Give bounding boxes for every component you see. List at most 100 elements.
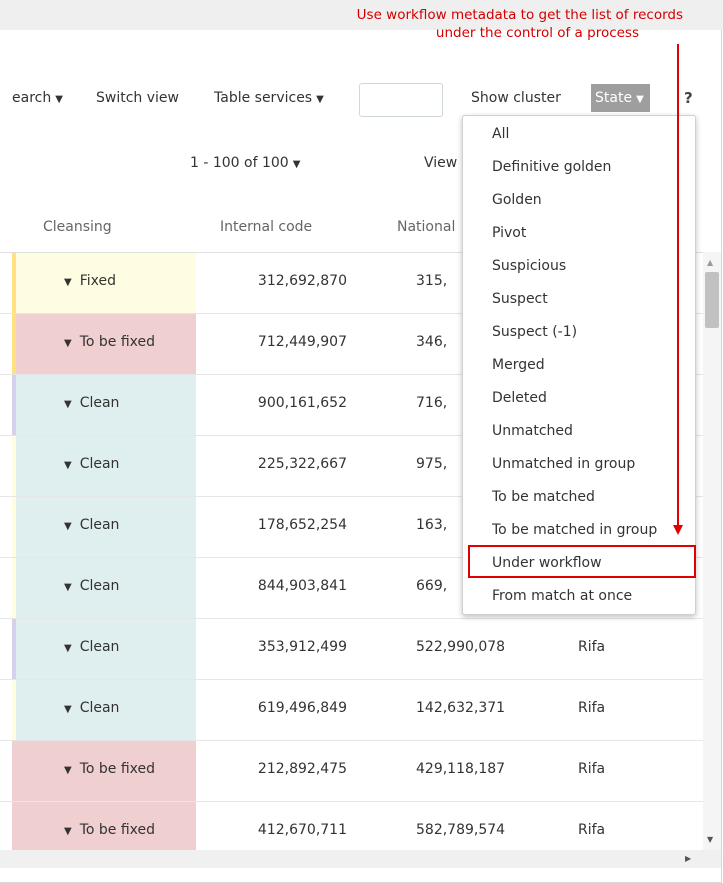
- cleansing-label: Clean: [79, 578, 120, 594]
- state-option[interactable]: Merged: [492, 357, 545, 373]
- state-option[interactable]: Pivot: [492, 225, 526, 241]
- cleansing-cell[interactable]: ▼ To be fixed: [16, 314, 196, 374]
- caret-down-icon[interactable]: ▼: [64, 460, 72, 471]
- column-header-internal-code[interactable]: Internal code: [220, 219, 312, 235]
- switch-view-label: Switch view: [96, 90, 179, 106]
- pager-dropdown[interactable]: 1 - 100 of 100 ▼: [190, 155, 300, 171]
- cleansing-label: To be fixed: [79, 761, 156, 777]
- show-cluster-label: Show cluster: [471, 90, 561, 106]
- search-menu[interactable]: earch ▼: [12, 90, 63, 106]
- cleansing-label: To be fixed: [79, 822, 156, 838]
- horizontal-scrollbar[interactable]: [0, 850, 703, 868]
- cleansing-label: Clean: [79, 700, 120, 716]
- state-dropdown-menu: All Definitive golden Golden Pivot Suspiciou…: [462, 115, 696, 615]
- state-option[interactable]: To be matched: [492, 489, 595, 505]
- filter-input[interactable]: [359, 83, 443, 117]
- search-menu-label: earch: [12, 90, 52, 106]
- state-option[interactable]: Unmatched: [492, 423, 573, 439]
- cleansing-label: Clean: [79, 456, 120, 472]
- state-option[interactable]: Suspicious: [492, 258, 566, 274]
- cleansing-value: ▼ To be fixed: [64, 822, 155, 838]
- state-option[interactable]: To be matched in group: [492, 522, 657, 538]
- national-cell: 163,: [416, 517, 448, 533]
- column-header-national[interactable]: National: [397, 219, 455, 235]
- scroll-down-icon[interactable]: ▼: [707, 835, 713, 844]
- national-cell: 669,: [416, 578, 448, 594]
- cleansing-cell[interactable]: ▼ Clean: [16, 497, 196, 557]
- annotation-arrow-line: [677, 44, 679, 526]
- cleansing-cell[interactable]: ▼ Clean: [16, 619, 196, 679]
- highlight-box: [468, 545, 696, 578]
- cleansing-cell[interactable]: ▼ Fixed: [16, 253, 196, 313]
- cleansing-value: ▼ Clean: [64, 639, 119, 655]
- cleansing-value: ▼ Clean: [64, 578, 119, 594]
- state-option[interactable]: From match at once: [492, 588, 632, 604]
- table-services-menu[interactable]: Table services ▼: [214, 90, 324, 106]
- cleansing-value: ▼ Clean: [64, 456, 119, 472]
- state-option[interactable]: All: [492, 126, 509, 142]
- state-menu-label: State: [595, 90, 633, 106]
- caret-down-icon: ▼: [316, 94, 324, 105]
- annotation-line-1: Use workflow metadata to get the list of…: [356, 7, 683, 23]
- vertical-scroll-thumb[interactable]: [705, 272, 719, 328]
- national-cell: 346,: [416, 334, 448, 350]
- caret-down-icon[interactable]: ▼: [64, 399, 72, 410]
- pager-range: 1 - 100 of 100: [190, 155, 289, 171]
- scroll-up-icon[interactable]: ▲: [707, 258, 713, 267]
- cleansing-label: To be fixed: [79, 334, 156, 350]
- caret-down-icon: ▼: [292, 159, 301, 170]
- cleansing-value: ▼ Clean: [64, 517, 119, 533]
- table-row[interactable]: ▼ Clean 619,496,849 142,632,371 Rifa: [0, 680, 703, 741]
- cleansing-cell[interactable]: ▼ Clean: [16, 680, 196, 740]
- cleansing-value: ▼ To be fixed: [64, 761, 155, 777]
- caret-down-icon[interactable]: ▼: [64, 643, 72, 654]
- table-row[interactable]: ▼ To be fixed 212,892,475 429,118,187 Rifa: [0, 741, 703, 802]
- cleansing-cell[interactable]: ▼ Clean: [16, 375, 196, 435]
- name-cell: Rifa: [578, 700, 606, 716]
- cleansing-value: ▼ Fixed: [64, 273, 116, 289]
- table-row[interactable]: ▼ Clean 353,912,499 522,990,078 Rifa: [0, 619, 703, 680]
- vertical-scrollbar[interactable]: [703, 252, 721, 850]
- internal-code-cell: 412,670,711: [257, 822, 347, 838]
- caret-down-icon[interactable]: ▼: [64, 582, 72, 593]
- annotation-callout: Use workflow metadata to get the list of…: [357, 6, 683, 42]
- cleansing-cell[interactable]: ▼ Clean: [16, 436, 196, 496]
- caret-down-icon[interactable]: ▼: [64, 826, 72, 837]
- cleansing-cell[interactable]: ▼ Clean: [16, 558, 196, 618]
- internal-code-cell: 312,692,870: [257, 273, 347, 289]
- state-option[interactable]: Golden: [492, 192, 542, 208]
- name-cell: Rifa: [578, 822, 606, 838]
- caret-down-icon[interactable]: ▼: [64, 338, 72, 349]
- internal-code-cell: 619,496,849: [257, 700, 347, 716]
- switch-view-button[interactable]: Switch view: [96, 90, 179, 106]
- internal-code-cell: 212,892,475: [257, 761, 347, 777]
- national-cell: 142,632,371: [416, 700, 506, 716]
- state-menu-button[interactable]: State ▼: [591, 84, 650, 112]
- state-option[interactable]: Suspect: [492, 291, 548, 307]
- national-cell: 315,: [416, 273, 448, 289]
- view-label[interactable]: View: [424, 155, 457, 171]
- cleansing-value: ▼ Clean: [64, 395, 119, 411]
- help-button[interactable]: ?: [684, 89, 693, 107]
- cleansing-label: Fixed: [79, 273, 116, 289]
- internal-code-cell: 712,449,907: [257, 334, 347, 350]
- caret-down-icon[interactable]: ▼: [64, 765, 72, 776]
- cleansing-label: Clean: [79, 517, 120, 533]
- cleansing-cell[interactable]: ▼ To be fixed: [16, 741, 196, 801]
- cleansing-value: ▼ Clean: [64, 700, 119, 716]
- caret-down-icon[interactable]: ▼: [64, 704, 72, 715]
- internal-code-cell: 844,903,841: [257, 578, 347, 594]
- state-option[interactable]: Definitive golden: [492, 159, 611, 175]
- state-option[interactable]: Suspect (-1): [492, 324, 577, 340]
- internal-code-cell: 353,912,499: [257, 639, 347, 655]
- national-cell: 716,: [416, 395, 448, 411]
- cleansing-label: Clean: [79, 395, 120, 411]
- national-cell: 975,: [416, 456, 448, 472]
- state-option[interactable]: Deleted: [492, 390, 547, 406]
- state-option[interactable]: Unmatched in group: [492, 456, 635, 472]
- scroll-right-icon[interactable]: ▶: [685, 854, 691, 863]
- column-header-cleansing[interactable]: Cleansing: [43, 219, 112, 235]
- caret-down-icon[interactable]: ▼: [64, 277, 72, 288]
- show-cluster-button[interactable]: Show cluster: [471, 90, 561, 106]
- caret-down-icon[interactable]: ▼: [64, 521, 72, 532]
